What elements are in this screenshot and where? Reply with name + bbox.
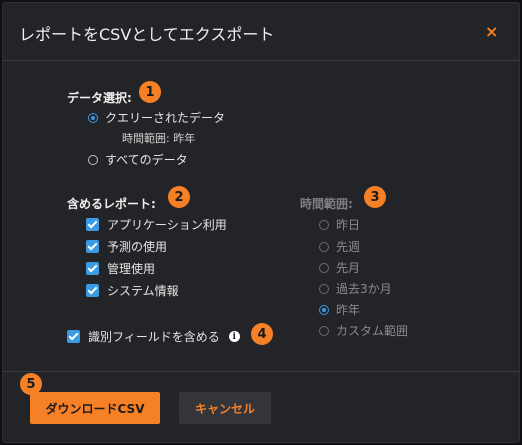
radio-button-icon[interactable]: [319, 304, 329, 315]
checkbox-app-usage[interactable]: アプリケーション利用: [86, 216, 227, 233]
checkbox-checked-icon[interactable]: [86, 262, 99, 275]
radio-button-icon[interactable]: [88, 154, 98, 165]
radio-button-icon[interactable]: [319, 219, 329, 230]
radio-button-icon[interactable]: [319, 325, 329, 336]
radio-last-3-months-label: 過去3か月: [336, 282, 392, 296]
radio-last-month[interactable]: 先月: [319, 259, 360, 276]
checkbox-system-info[interactable]: システム情報: [86, 282, 179, 299]
checkbox-checked-icon[interactable]: [86, 284, 99, 297]
radio-last-3-months[interactable]: 過去3か月: [319, 280, 392, 297]
checkbox-checked-icon[interactable]: [67, 330, 80, 343]
radio-all-data-label: すべてのデータ: [105, 153, 188, 167]
callout-badge-2: 2: [168, 186, 190, 208]
checkbox-identifying-fields[interactable]: 識別フィールドを含める i: [67, 328, 240, 345]
radio-button-icon[interactable]: [319, 241, 329, 252]
checkbox-checked-icon[interactable]: [86, 240, 99, 253]
radio-custom-range[interactable]: カスタム範囲: [319, 322, 408, 339]
checkbox-prediction-usage-label: 予測の使用: [107, 240, 168, 254]
checkbox-app-usage-label: アプリケーション利用: [107, 218, 227, 232]
checkbox-admin-usage[interactable]: 管理使用: [86, 260, 155, 277]
include-reports-heading: 含めるレポート:: [67, 197, 156, 211]
checkbox-system-info-label: システム情報: [107, 284, 179, 298]
close-icon[interactable]: ×: [485, 22, 498, 41]
callout-badge-1: 1: [139, 81, 161, 103]
checkbox-identifying-fields-label: 識別フィールドを含める: [88, 330, 220, 344]
radio-queried-data[interactable]: クエリーされたデータ: [88, 109, 225, 126]
radio-last-week[interactable]: 先週: [319, 238, 360, 255]
export-csv-dialog: レポートをCSVとしてエクスポート × データ選択: 1 クエリーされたデータ …: [2, 2, 520, 443]
checkbox-admin-usage-label: 管理使用: [107, 262, 156, 276]
callout-badge-3: 3: [364, 186, 386, 208]
footer-divider: [3, 371, 519, 372]
dialog-title: レポートをCSVとしてエクスポート: [19, 25, 275, 44]
radio-last-week-label: 先週: [336, 240, 361, 254]
radio-last-year[interactable]: 昨年: [319, 301, 360, 318]
cancel-button[interactable]: キャンセル: [179, 392, 271, 424]
radio-button-icon[interactable]: [88, 112, 98, 123]
time-range-note: 時間範囲: 昨年: [122, 132, 196, 145]
download-csv-button[interactable]: ダウンロードCSV: [30, 392, 160, 424]
header-divider: [3, 60, 519, 61]
info-icon[interactable]: i: [228, 331, 240, 342]
radio-last-year-label: 昨年: [336, 303, 361, 317]
data-selection-heading: データ選択:: [67, 91, 132, 105]
radio-button-icon[interactable]: [319, 262, 329, 273]
radio-button-icon[interactable]: [319, 283, 329, 294]
checkbox-prediction-usage[interactable]: 予測の使用: [86, 238, 167, 255]
radio-last-month-label: 先月: [336, 261, 361, 275]
radio-queried-data-label: クエリーされたデータ: [105, 111, 226, 125]
radio-all-data[interactable]: すべてのデータ: [88, 151, 188, 168]
checkbox-checked-icon[interactable]: [86, 218, 99, 231]
radio-yesterday-label: 昨日: [336, 218, 361, 232]
time-range-heading: 時間範囲:: [300, 197, 353, 211]
radio-yesterday[interactable]: 昨日: [319, 216, 360, 233]
radio-custom-range-label: カスタム範囲: [336, 324, 409, 338]
callout-badge-4: 4: [251, 323, 273, 345]
